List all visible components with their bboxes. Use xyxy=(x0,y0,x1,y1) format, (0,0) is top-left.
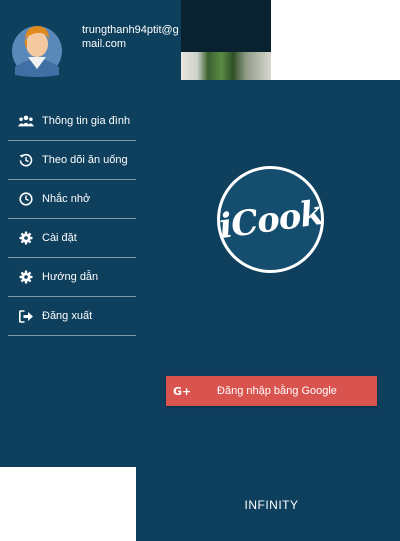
google-plus-icon: G+ xyxy=(173,384,192,398)
menu-item-settings[interactable]: Cài đặt xyxy=(8,219,136,258)
logout-icon xyxy=(18,308,34,324)
logo-text: iCook xyxy=(216,192,325,247)
menu-item-meal-tracking[interactable]: Theo dõi ăn uống xyxy=(8,141,136,180)
menu-label: Đăng xuất xyxy=(42,310,93,322)
footer-brand: INFINITY xyxy=(244,498,299,512)
menu-label: Hướng dẫn xyxy=(42,271,99,283)
menu-item-family-info[interactable]: Thông tin gia đình xyxy=(8,102,136,141)
google-login-label: Đăng nhập bằng Google xyxy=(217,385,337,397)
google-login-button[interactable]: G+ Đăng nhập bằng Google xyxy=(166,376,377,406)
background-header xyxy=(181,0,271,52)
menu-item-logout[interactable]: Đăng xuất xyxy=(8,297,136,336)
gear-icon xyxy=(18,230,34,246)
menu-label: Nhắc nhở xyxy=(42,193,91,205)
family-icon xyxy=(18,113,34,129)
food-photo xyxy=(181,52,271,80)
menu-item-guide[interactable]: Hướng dẫn xyxy=(8,258,136,297)
drawer-menu: Thông tin gia đình Theo dõi ăn uống Nhắc… xyxy=(8,102,136,336)
login-screenshot: iCook G+ Đăng nhập bằng Google INFINITY xyxy=(136,80,400,541)
user-email: trungthanh94ptit@gmail.com xyxy=(82,24,179,50)
profile-header: trungthanh94ptit@gmail.com xyxy=(0,0,181,82)
history-icon xyxy=(18,152,34,168)
menu-label: Thông tin gia đình xyxy=(42,115,131,127)
gear-icon xyxy=(18,269,34,285)
app-logo: iCook xyxy=(216,166,325,273)
menu-item-reminder[interactable]: Nhắc nhở xyxy=(8,180,136,219)
menu-label: Theo dõi ăn uống xyxy=(42,154,128,166)
user-avatar-icon[interactable] xyxy=(11,17,63,77)
menu-label: Cài đặt xyxy=(42,232,77,244)
clock-icon xyxy=(18,191,34,207)
